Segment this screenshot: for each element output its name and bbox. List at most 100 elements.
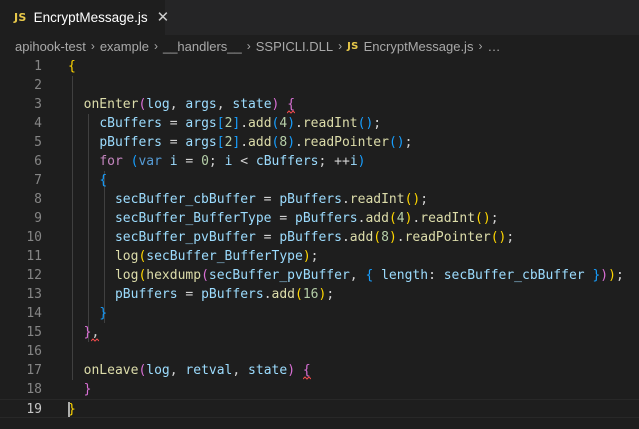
code-text: cBuffers = args[2].add(4).readInt(); xyxy=(99,114,381,133)
javascript-file-icon: JS xyxy=(347,40,359,52)
code-token: = xyxy=(255,230,280,245)
code-token: { xyxy=(68,59,76,74)
line-number: 16 xyxy=(26,344,42,359)
code-token: . xyxy=(295,135,303,150)
code-line[interactable]: 16 xyxy=(0,342,639,361)
code-line[interactable]: 13 pBuffers = pBuffers.add(16); xyxy=(0,285,639,304)
editor-tab-encryptmessage[interactable]: JS EncryptMessage.js ✕ xyxy=(0,0,169,35)
code-token: ) xyxy=(357,154,366,169)
code-text: log(secBuffer_BufferType); xyxy=(115,247,319,266)
code-token: ; xyxy=(310,249,319,264)
code-token: ; xyxy=(373,116,382,131)
code-token: 0 xyxy=(201,154,209,169)
code-token: = xyxy=(177,154,202,169)
code-text: pBuffers = pBuffers.add(16); xyxy=(115,285,334,304)
code-token: secBuffer_BufferType xyxy=(146,249,303,264)
code-token: ) xyxy=(388,230,397,245)
code-token: secBuffer_pvBuffer xyxy=(208,268,350,283)
breadcrumb-item-symbols[interactable]: … xyxy=(487,39,500,54)
code-line[interactable]: 10 secBuffer_pvBuffer = pBuffers.add(8).r… xyxy=(0,228,639,247)
code-token: 16 xyxy=(302,287,319,302)
code-token: readInt xyxy=(302,116,358,131)
tab-bar: JS EncryptMessage.js ✕ xyxy=(0,0,639,35)
code-token: . xyxy=(263,287,272,302)
code-line[interactable]: 12 log(hexdump(secBuffer_pvBuffer, { leng… xyxy=(0,266,639,285)
code-text: { xyxy=(99,171,107,190)
code-line[interactable]: 9 secBuffer_BufferType = pBuffers.add(4).… xyxy=(0,209,639,228)
code-token: onEnter xyxy=(83,97,139,112)
code-token: () xyxy=(490,230,507,245)
code-token: retval xyxy=(185,363,233,378)
code-token: ) xyxy=(287,116,296,131)
close-icon[interactable]: ✕ xyxy=(157,10,170,25)
code-token: i xyxy=(349,154,358,169)
code-line[interactable]: 17 onLeave(log, retval, state) { xyxy=(0,361,639,380)
code-token: ; xyxy=(420,192,429,207)
code-token: secBuffer_cbBuffer xyxy=(114,192,256,207)
breadcrumb-item-apihook-test[interactable]: apihook-test xyxy=(15,39,86,54)
code-token: ( xyxy=(295,287,303,302)
code-token: ) xyxy=(287,135,296,150)
breadcrumb-item-sspicli[interactable]: SSPICLI.DLL xyxy=(256,39,333,54)
code-token: ( xyxy=(373,230,382,245)
code-token: ) xyxy=(287,363,296,378)
breadcrumb-item-example[interactable]: example xyxy=(100,39,149,54)
line-number: 19 xyxy=(26,402,42,417)
code-token: () xyxy=(357,116,374,131)
code-token: args xyxy=(185,135,217,150)
code-text: pBuffers = args[2].add(8).readPointer(); xyxy=(99,133,412,152)
chevron-right-icon: › xyxy=(478,39,483,53)
code-token: pBuffers xyxy=(201,287,264,302)
code-token: < xyxy=(232,154,256,169)
code-text: } xyxy=(84,380,92,399)
code-token: 4 xyxy=(396,211,405,226)
code-token: () xyxy=(388,135,405,150)
code-line[interactable]: 18} xyxy=(0,380,639,399)
chevron-right-icon: › xyxy=(246,39,251,53)
code-token: . xyxy=(341,192,350,207)
line-number: 6 xyxy=(34,154,42,169)
code-token: pBuffers xyxy=(99,135,162,150)
chevron-right-icon: › xyxy=(338,39,343,53)
code-token: add xyxy=(248,135,272,150)
code-token: ; xyxy=(208,154,225,169)
code-line[interactable]: 5 pBuffers = args[2].add(8).readPointer()… xyxy=(0,133,639,152)
line-number: 13 xyxy=(26,287,42,302)
code-editor[interactable]: 1{2 3 onEnter(log, args, state) { 4 cBuffers… xyxy=(0,57,639,429)
code-line[interactable]: 7{ xyxy=(0,171,639,190)
code-token: readPointer xyxy=(302,135,389,150)
code-token: , xyxy=(232,363,249,378)
code-token: pBuffers xyxy=(279,230,342,245)
code-text: for (var i = 0; i < cBuffers; ++i) xyxy=(99,152,365,171)
code-token: () xyxy=(475,211,491,226)
breadcrumb-item-file[interactable]: EncryptMessage.js xyxy=(364,39,474,54)
code-token: . xyxy=(240,116,249,131)
code-line[interactable]: 11 log(secBuffer_BufferType); xyxy=(0,247,639,266)
code-line[interactable]: 2 xyxy=(0,76,639,95)
code-line[interactable]: 14} xyxy=(0,304,639,323)
code-token: log xyxy=(146,363,170,378)
line-number: 17 xyxy=(26,363,42,378)
code-token: [ xyxy=(216,135,225,150)
code-line[interactable]: 19} xyxy=(0,399,639,418)
line-number: 14 xyxy=(26,306,42,321)
code-line[interactable]: 3 onEnter(log, args, state) { xyxy=(0,95,639,114)
code-token: () xyxy=(404,192,421,207)
breadcrumb-item-handlers[interactable]: __handlers__ xyxy=(163,39,242,54)
code-text: secBuffer_BufferType = pBuffers.add(4).r… xyxy=(115,209,499,228)
code-token: , xyxy=(169,97,186,112)
code-line[interactable]: 1{ xyxy=(0,57,639,76)
code-token: cBuffers xyxy=(99,116,162,131)
code-line[interactable]: 4 cBuffers = args[2].add(4).readInt(); xyxy=(0,114,639,133)
code-token: ; xyxy=(404,135,413,150)
code-token: pBuffers xyxy=(114,287,178,302)
code-token: ; xyxy=(506,230,515,245)
code-token: . xyxy=(240,135,249,150)
code-token: state xyxy=(248,363,288,378)
code-line[interactable]: 6 for (var i = 0; i < cBuffers; ++i) xyxy=(0,152,639,171)
code-line[interactable]: 8 secBuffer_cbBuffer = pBuffers.readInt()… xyxy=(0,190,639,209)
code-token: } xyxy=(99,306,108,321)
